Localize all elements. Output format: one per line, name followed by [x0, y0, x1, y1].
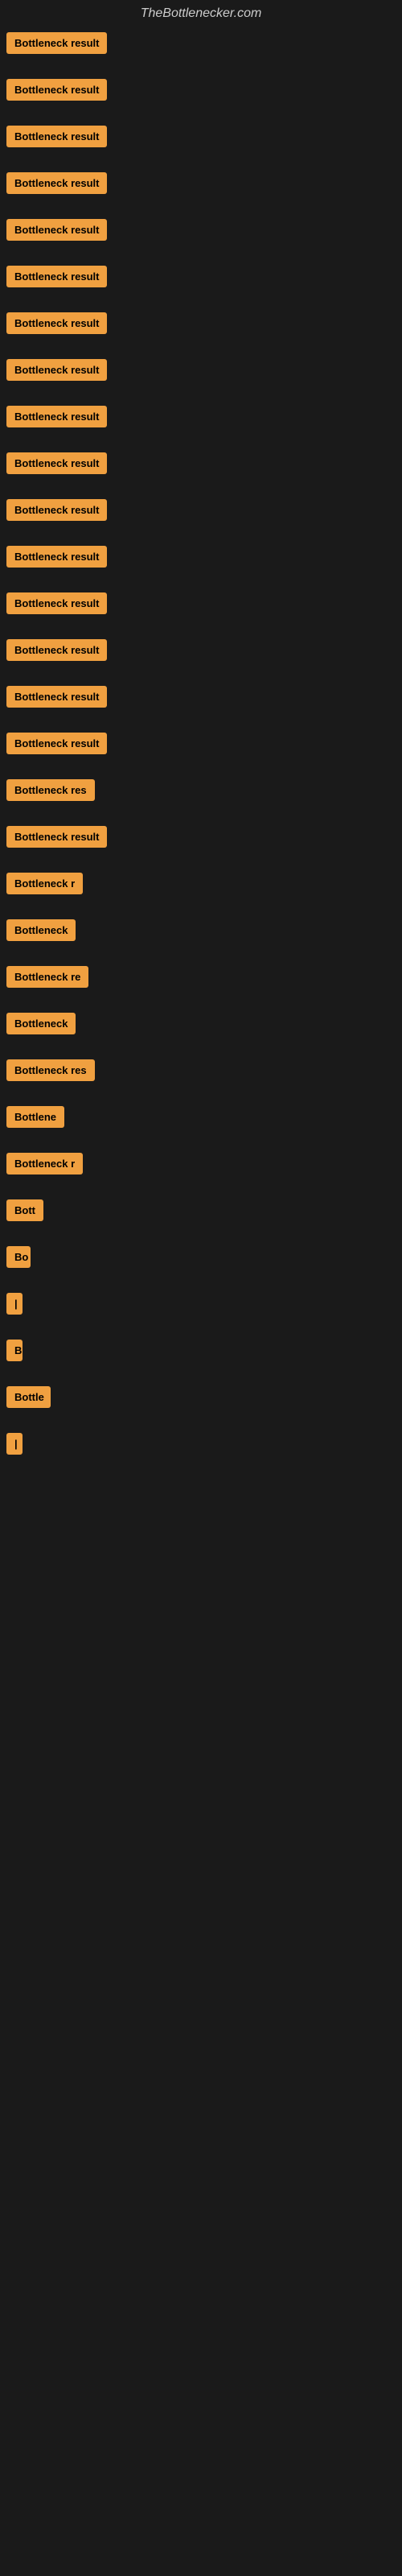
- bottleneck-row: Bottleneck result: [0, 634, 402, 670]
- bottleneck-row: Bottleneck result: [0, 728, 402, 763]
- bottleneck-row: |: [0, 1288, 402, 1323]
- bottleneck-result-badge[interactable]: Bottleneck result: [6, 452, 107, 474]
- bottleneck-result-badge[interactable]: Bottleneck result: [6, 499, 107, 521]
- bottleneck-row: Bottleneck res: [0, 1055, 402, 1090]
- bottleneck-row: Bottleneck re: [0, 961, 402, 997]
- bottleneck-result-badge[interactable]: Bottleneck r: [6, 873, 83, 894]
- bottleneck-result-badge[interactable]: Bottleneck result: [6, 733, 107, 754]
- bottleneck-result-badge[interactable]: Bottleneck result: [6, 312, 107, 334]
- bottleneck-result-badge[interactable]: Bottleneck re: [6, 966, 88, 988]
- bottleneck-result-badge[interactable]: Bo: [6, 1246, 31, 1268]
- bottleneck-result-badge[interactable]: Bottleneck result: [6, 686, 107, 708]
- bottleneck-row: Bottleneck result: [0, 214, 402, 250]
- bottleneck-row: Bottleneck result: [0, 74, 402, 109]
- bottleneck-row: Bottleneck res: [0, 774, 402, 810]
- bottleneck-result-badge[interactable]: Bottleneck result: [6, 266, 107, 287]
- bottleneck-result-badge[interactable]: Bottleneck result: [6, 406, 107, 427]
- bottleneck-row: Bottleneck result: [0, 261, 402, 296]
- bottleneck-result-badge[interactable]: Bottlene: [6, 1106, 64, 1128]
- bottleneck-result-badge[interactable]: Bottleneck result: [6, 592, 107, 614]
- site-title: TheBottlenecker.com: [0, 0, 402, 27]
- bottleneck-result-badge[interactable]: Bottle: [6, 1386, 51, 1408]
- bottleneck-result-badge[interactable]: Bott: [6, 1199, 43, 1221]
- bottleneck-row: Bo: [0, 1241, 402, 1277]
- bottleneck-row: Bottlene: [0, 1101, 402, 1137]
- bottleneck-row: Bottleneck result: [0, 401, 402, 436]
- bottleneck-row: Bottleneck: [0, 1008, 402, 1043]
- bottleneck-row: Bottleneck result: [0, 308, 402, 343]
- bottleneck-row: Bott: [0, 1195, 402, 1230]
- bottleneck-result-badge[interactable]: |: [6, 1433, 23, 1455]
- bottleneck-result-badge[interactable]: Bottleneck result: [6, 172, 107, 194]
- bottleneck-row: Bottleneck result: [0, 588, 402, 623]
- bottleneck-result-badge[interactable]: Bottleneck: [6, 1013, 76, 1034]
- bottleneck-row: Bottle: [0, 1381, 402, 1417]
- bottleneck-result-badge[interactable]: Bottleneck result: [6, 219, 107, 241]
- bottleneck-result-badge[interactable]: |: [6, 1293, 23, 1315]
- bottleneck-row: Bottleneck result: [0, 448, 402, 483]
- bottleneck-row: Bottleneck result: [0, 541, 402, 576]
- bottleneck-row: Bottleneck result: [0, 167, 402, 203]
- bottleneck-row: Bottleneck result: [0, 681, 402, 716]
- bottleneck-result-badge[interactable]: Bottleneck result: [6, 359, 107, 381]
- bottleneck-result-badge[interactable]: B: [6, 1340, 23, 1361]
- bottleneck-result-badge[interactable]: Bottleneck: [6, 919, 76, 941]
- bottleneck-row: B: [0, 1335, 402, 1370]
- bottleneck-row: Bottleneck result: [0, 121, 402, 156]
- bottleneck-result-badge[interactable]: Bottleneck result: [6, 546, 107, 568]
- bottleneck-result-badge[interactable]: Bottleneck res: [6, 779, 95, 801]
- bottleneck-row: Bottleneck result: [0, 494, 402, 530]
- bottleneck-row: Bottleneck result: [0, 354, 402, 390]
- bottleneck-row: |: [0, 1428, 402, 1463]
- bottleneck-row: Bottleneck: [0, 914, 402, 950]
- bottleneck-result-badge[interactable]: Bottleneck res: [6, 1059, 95, 1081]
- bottleneck-result-badge[interactable]: Bottleneck result: [6, 126, 107, 147]
- bottleneck-result-badge[interactable]: Bottleneck result: [6, 32, 107, 54]
- bottleneck-row: Bottleneck result: [0, 821, 402, 857]
- bottleneck-result-badge[interactable]: Bottleneck result: [6, 826, 107, 848]
- bottleneck-result-badge[interactable]: Bottleneck r: [6, 1153, 83, 1174]
- bottleneck-result-badge[interactable]: Bottleneck result: [6, 639, 107, 661]
- bottleneck-row: Bottleneck r: [0, 868, 402, 903]
- bottleneck-result-badge[interactable]: Bottleneck result: [6, 79, 107, 101]
- bottleneck-row: Bottleneck r: [0, 1148, 402, 1183]
- bottleneck-row: Bottleneck result: [0, 27, 402, 63]
